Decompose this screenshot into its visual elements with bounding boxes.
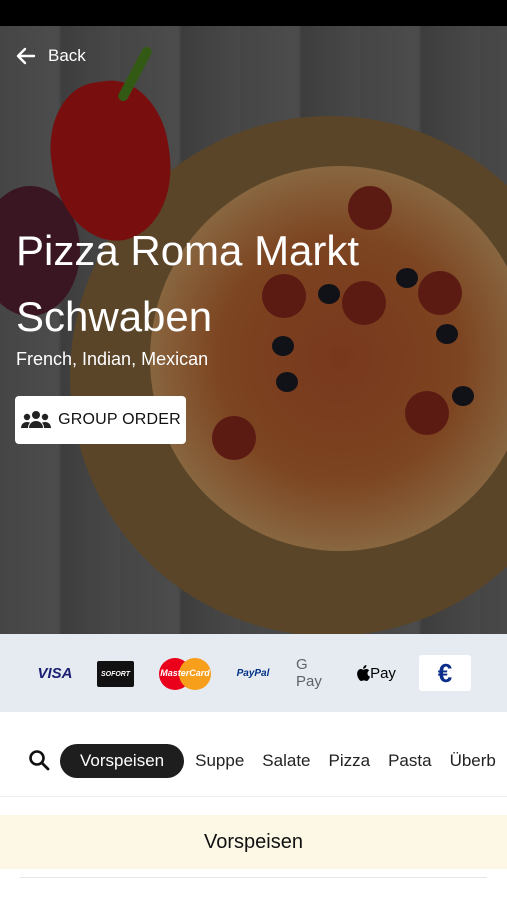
group-icon bbox=[21, 411, 52, 428]
back-button[interactable]: Back bbox=[14, 44, 86, 68]
category-bar: Vorspeisen Suppe Salate Pizza Pasta Über… bbox=[0, 712, 507, 797]
arrow-left-icon bbox=[16, 47, 36, 65]
cash-euro-logo: € bbox=[419, 655, 471, 691]
paypal-logo: PayPal bbox=[236, 667, 270, 679]
restaurant-name: Pizza Roma Markt Schwaben bbox=[16, 227, 360, 340]
tab-ueberbacken[interactable]: Überb bbox=[441, 744, 505, 778]
applepay-text: Pay bbox=[370, 664, 396, 682]
restaurant-cuisines: French, Indian, Mexican bbox=[16, 349, 209, 369]
visa-logo: VISA bbox=[37, 664, 73, 682]
tab-suppe[interactable]: Suppe bbox=[186, 744, 253, 778]
mastercard-logo: MasterCard bbox=[159, 658, 211, 690]
tab-salate[interactable]: Salate bbox=[253, 744, 319, 778]
mastercard-text: MasterCard bbox=[160, 668, 210, 678]
tab-pasta[interactable]: Pasta bbox=[379, 744, 440, 778]
search-icon[interactable] bbox=[28, 749, 50, 771]
tab-vorspeisen[interactable]: Vorspeisen bbox=[60, 744, 185, 778]
apple-icon bbox=[357, 665, 371, 681]
back-label: Back bbox=[48, 46, 86, 65]
category-tabs: Vorspeisen Suppe Salate Pizza Pasta Über… bbox=[60, 744, 505, 778]
tab-pizza[interactable]: Pizza bbox=[320, 744, 380, 778]
applepay-logo: Pay bbox=[356, 658, 396, 688]
group-order-label: GROUP ORDER bbox=[58, 411, 181, 428]
group-order-button[interactable]: GROUP ORDER bbox=[15, 396, 186, 444]
section-title: Vorspeisen bbox=[0, 815, 507, 869]
status-bar bbox=[0, 0, 507, 26]
gpay-logo: G Pay bbox=[296, 656, 322, 690]
divider bbox=[20, 877, 487, 878]
sofort-logo: SOFORT bbox=[97, 661, 134, 687]
